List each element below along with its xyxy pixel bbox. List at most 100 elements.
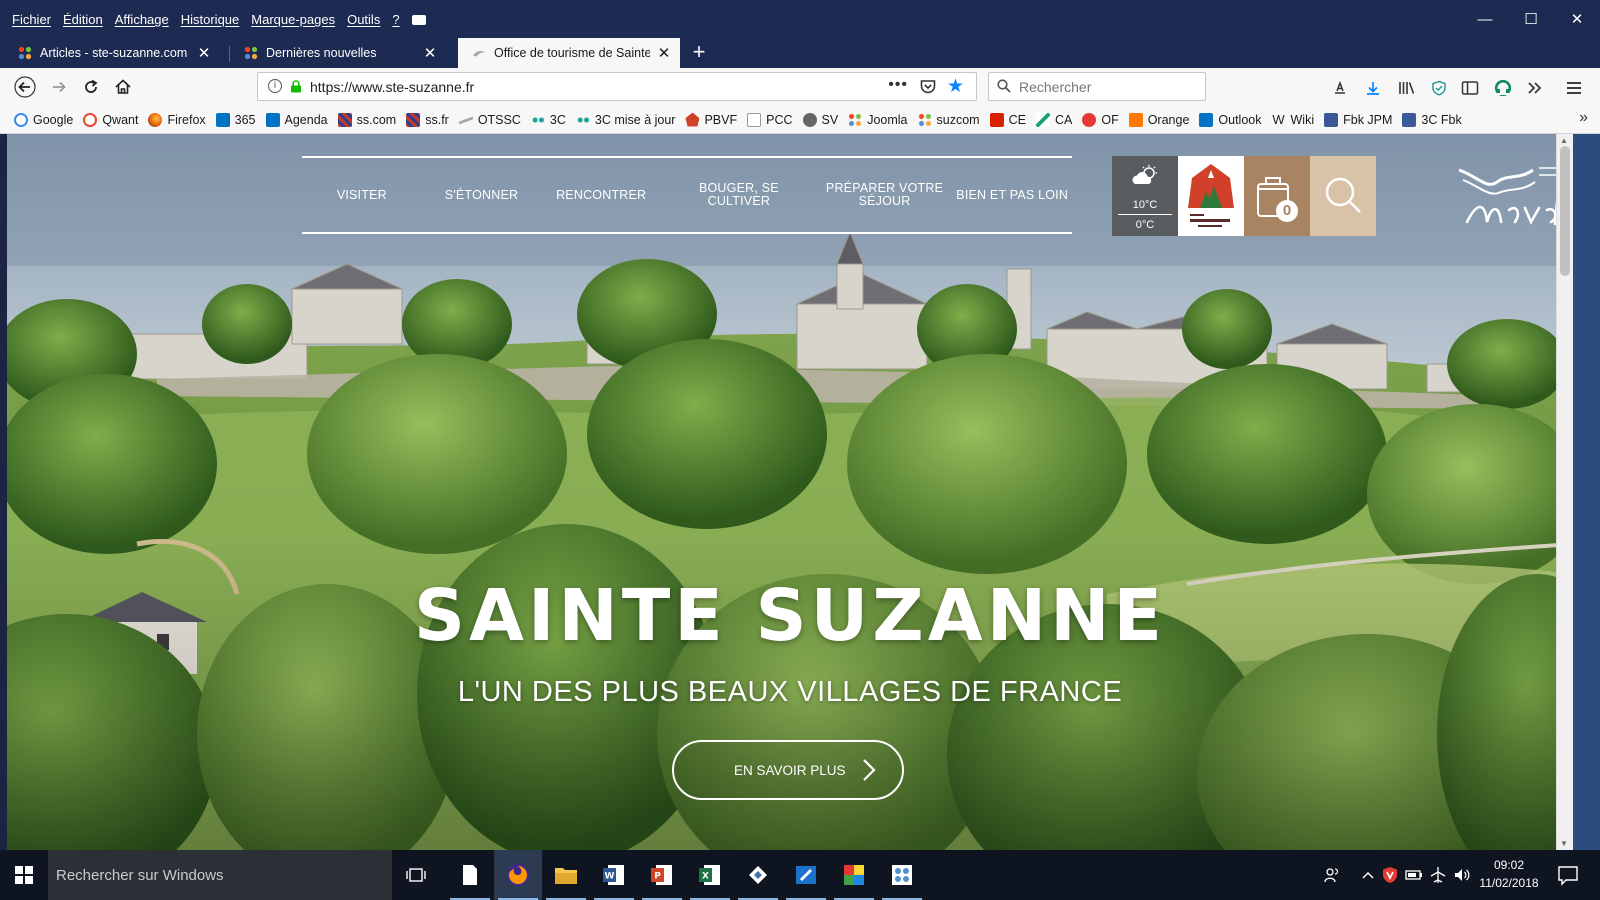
site-search-button[interactable] [1310, 156, 1376, 236]
bookmark-item[interactable]: OF [1082, 112, 1119, 127]
plus-beaux-villages-logo[interactable] [1178, 156, 1244, 236]
bookmark-item[interactable]: Agenda [265, 112, 328, 127]
bookmark-item[interactable]: Outlook [1199, 112, 1262, 127]
home-button[interactable] [108, 72, 138, 102]
show-hidden-icons-icon[interactable] [1358, 865, 1378, 885]
bookmark-star-icon[interactable]: ★ [947, 75, 964, 98]
menu-historique[interactable]: Historique [181, 12, 240, 27]
bookmark-item[interactable]: ss.com [337, 112, 396, 127]
search-box[interactable] [988, 72, 1206, 101]
lock-icon[interactable] [290, 80, 302, 93]
taskbar-app-paint[interactable] [830, 850, 878, 900]
bookmark-item[interactable]: PBVF [685, 112, 737, 127]
nav-preparer-votre-sejour[interactable]: PRÉPARER VOTRE SÉJOUR [817, 182, 953, 208]
task-view-button[interactable] [392, 850, 440, 900]
library-icon[interactable] [1396, 77, 1418, 99]
volume-icon[interactable] [1452, 865, 1472, 885]
nav-bouger-se-cultiver[interactable]: BOUGER, SE CULTIVER [661, 182, 817, 208]
sync-account-icon[interactable] [1492, 77, 1514, 99]
nav-bien-et-pas-loin[interactable]: BIEN ET PAS LOIN [952, 188, 1072, 202]
bookmark-item[interactable]: Qwant [83, 112, 138, 127]
basket-widget[interactable]: 0 [1244, 156, 1310, 236]
people-icon[interactable] [1322, 865, 1342, 885]
close-tab-icon[interactable]: ✕ [422, 44, 438, 62]
bookmark-item[interactable]: 3C mise à jour [575, 112, 675, 127]
url-text[interactable]: https://www.ste-suzanne.fr [310, 79, 474, 95]
taskbar-app-powerpoint[interactable]: P [638, 850, 686, 900]
bookmark-item[interactable]: 365 [215, 112, 256, 127]
close-window-button[interactable]: ✕ [1554, 0, 1600, 38]
taskbar-clock[interactable]: 09:02 11/02/2018 [1474, 856, 1544, 892]
menu-outils[interactable]: Outils [347, 12, 380, 27]
taskbar-app-document[interactable] [446, 850, 494, 900]
hamburger-menu-icon[interactable] [1563, 77, 1585, 99]
bookmark-item[interactable]: Joomla [848, 112, 908, 127]
page-actions-icon[interactable]: ••• [888, 76, 908, 94]
windows-search-box[interactable] [48, 850, 392, 900]
menu-marque-pages[interactable]: Marque-pages [251, 12, 335, 27]
battery-icon[interactable] [1404, 865, 1424, 885]
bookmark-item[interactable]: suzcom [917, 112, 980, 127]
bookmark-item[interactable]: Google [14, 112, 73, 127]
bookmark-item[interactable]: CE [989, 112, 1026, 127]
overflow-chevron-icon[interactable] [1524, 77, 1546, 99]
nav-rencontrer[interactable]: RENCONTRER [541, 188, 661, 202]
bookmark-item[interactable]: OTSSC [458, 112, 521, 127]
menu-fichier[interactable]: Fichier [12, 12, 51, 27]
bookmarks-overflow-icon[interactable]: » [1579, 109, 1588, 127]
tab-articles[interactable]: Articles - ste-suzanne.com - Ad ✕ [4, 38, 220, 68]
en-savoir-plus-button[interactable]: EN SAVOIR PLUS [672, 740, 904, 800]
sidebar-icon[interactable] [1459, 77, 1481, 99]
bookmark-item[interactable]: 3C Fbk [1402, 112, 1462, 127]
antivirus-icon[interactable] [1380, 865, 1400, 885]
taskbar-app-excel[interactable]: X [686, 850, 734, 900]
url-bar[interactable]: i https://www.ste-suzanne.fr ••• ★ [257, 72, 977, 101]
menu-aide[interactable]: ? [392, 12, 399, 27]
search-input[interactable] [1019, 76, 1199, 98]
taskbar-app-explorer[interactable] [542, 850, 590, 900]
download-icon[interactable] [1362, 77, 1384, 99]
bookmark-item[interactable]: ss.fr [406, 112, 449, 127]
nav-setonner[interactable]: S'ÉTONNER [422, 188, 542, 202]
taskbar-app-firefox[interactable] [494, 850, 542, 900]
minimize-button[interactable]: — [1462, 0, 1508, 38]
tab-dernieres-nouvelles[interactable]: Dernières nouvelles ✕ [230, 38, 446, 68]
forward-button[interactable] [44, 72, 74, 102]
maximize-button[interactable]: ☐ [1508, 0, 1554, 38]
start-button[interactable] [0, 850, 48, 900]
page-scrollbar[interactable]: ▲ ▼ [1556, 134, 1573, 850]
back-button[interactable] [10, 72, 40, 102]
nav-visiter[interactable]: VISITER [302, 188, 422, 202]
bookmark-item[interactable]: Orange [1128, 112, 1189, 127]
bookmark-item[interactable]: Firefox [148, 112, 206, 127]
new-tab-button[interactable]: + [686, 40, 712, 66]
shield-icon[interactable] [1428, 77, 1450, 99]
close-tab-icon[interactable]: ✕ [196, 44, 212, 62]
bookmark-item[interactable]: W Wiki [1272, 112, 1314, 127]
info-icon[interactable]: i [268, 79, 282, 93]
menu-edition[interactable]: Édition [63, 12, 103, 27]
bookmark-item[interactable]: SV [802, 112, 838, 127]
bookmark-item[interactable]: 3C [530, 112, 566, 127]
vallees-mayenne-logo[interactable] [1457, 162, 1567, 232]
menu-affichage[interactable]: Affichage [115, 12, 169, 27]
screenshot-icon[interactable] [1329, 77, 1351, 99]
taskbar-app-editor[interactable] [782, 850, 830, 900]
bookmark-item[interactable]: PCC [747, 112, 793, 127]
tab-office-tourisme[interactable]: Office de tourisme de Sainte Su ✕ [458, 38, 680, 68]
close-tab-icon[interactable]: ✕ [656, 44, 672, 62]
scroll-up-icon[interactable]: ▲ [1560, 136, 1568, 145]
bookmark-item[interactable]: CA [1035, 112, 1072, 127]
action-center-icon[interactable] [1556, 863, 1580, 887]
windows-search-input[interactable] [56, 866, 376, 884]
tablet-mode-icon[interactable] [411, 15, 426, 25]
pocket-icon[interactable] [920, 79, 936, 94]
taskbar-app-tool[interactable] [734, 850, 782, 900]
taskbar-app-word[interactable]: W [590, 850, 638, 900]
bookmark-item[interactable]: Fbk JPM [1324, 112, 1392, 127]
scroll-down-icon[interactable]: ▼ [1560, 839, 1568, 848]
taskbar-app-joomla[interactable] [878, 850, 926, 900]
weather-widget[interactable]: 10°C 0°C [1112, 156, 1178, 236]
airplane-mode-icon[interactable] [1428, 865, 1448, 885]
scrollbar-thumb[interactable] [1560, 146, 1570, 276]
